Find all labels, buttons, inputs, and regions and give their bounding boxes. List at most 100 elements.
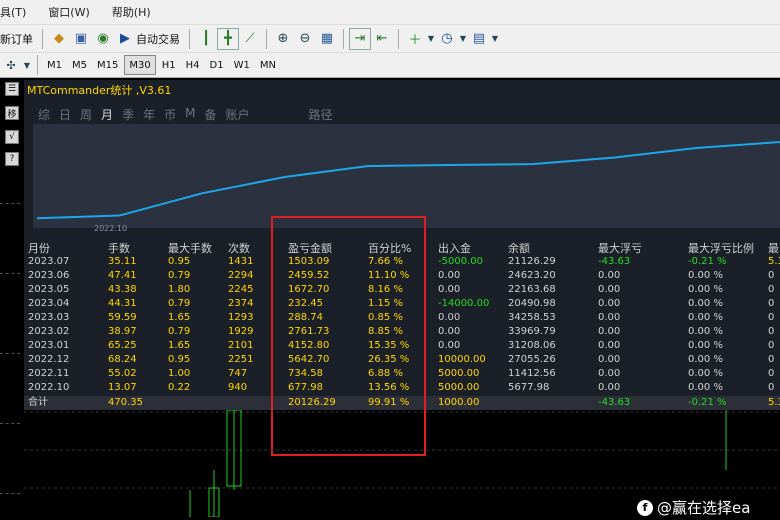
- new-order-button[interactable]: 新订单: [0, 28, 33, 50]
- cell-last: 0: [768, 340, 775, 351]
- toolbar-separator: [398, 28, 399, 49]
- tab-quarter[interactable]: 季: [122, 106, 134, 123]
- tab-day[interactable]: 日: [59, 106, 71, 123]
- cell-month: 2022.12: [28, 354, 70, 365]
- cell-balance: 21126.29: [508, 256, 556, 267]
- help-button[interactable]: ?: [5, 152, 19, 166]
- candlestick-icon[interactable]: ╋: [217, 27, 239, 50]
- cell-lots: 43.38: [108, 284, 137, 295]
- panel-title: MTCommander统计 ,V3.61: [27, 84, 172, 97]
- cell-count: 940: [228, 382, 248, 393]
- auto-trade-button[interactable]: 自动交易: [136, 28, 180, 50]
- cell-count: 1929: [228, 326, 254, 337]
- cell-flow: -14000.00: [438, 298, 490, 309]
- chevron-down-icon[interactable]: ▼: [22, 54, 32, 76]
- cell-max-dd: 0.00: [598, 368, 621, 379]
- cell-dd-pct: 0.00 %: [688, 298, 723, 309]
- cell-last: 5.3: [768, 256, 780, 267]
- bar-chart-icon[interactable]: ┃: [195, 28, 217, 50]
- toolbar-separator: [42, 28, 43, 49]
- cell-max-dd: 0.00: [598, 326, 621, 337]
- col-max-dd: 最大浮亏: [598, 242, 642, 255]
- cell-flow: 0.00: [438, 326, 461, 337]
- cell-max-lots: 0.95: [168, 256, 191, 267]
- col-balance: 余额: [508, 242, 530, 255]
- chevron-down-icon[interactable]: ▼: [426, 28, 436, 50]
- templates-icon[interactable]: ▤: [468, 28, 490, 50]
- chevron-down-icon[interactable]: ▼: [458, 28, 468, 50]
- timeframe-m1[interactable]: M1: [43, 55, 66, 75]
- cell-flow: 5000.00: [438, 382, 480, 393]
- col-month: 月份: [28, 242, 50, 255]
- totals-dd-pct: -0.21 %: [688, 397, 727, 408]
- menu-window[interactable]: 窗口(W): [48, 4, 89, 20]
- timeframe-h4[interactable]: H4: [182, 55, 204, 75]
- signals-icon[interactable]: ◉: [92, 28, 114, 50]
- chart-left-bar: ☰ 移 √ ?: [0, 78, 24, 517]
- chevron-down-icon[interactable]: ▼: [490, 28, 500, 50]
- autoscroll-icon[interactable]: ⇥: [349, 27, 371, 50]
- cell-month: 2023.03: [28, 312, 70, 323]
- tab-magic[interactable]: M: [185, 106, 195, 123]
- col-max-lots: 最大手数: [168, 242, 212, 255]
- period-tabs: 综 日 周 月 季 年 币 M 备 账户 路径: [38, 106, 342, 123]
- cell-balance: 11412.56: [508, 368, 556, 379]
- auto-trade-icon: ▶: [120, 31, 130, 46]
- cell-count: 747: [228, 368, 248, 379]
- menu-tools[interactable]: 具(T): [0, 4, 26, 20]
- timeframe-d1[interactable]: D1: [206, 55, 228, 75]
- timeframe-mn[interactable]: MN: [256, 55, 280, 75]
- equity-chart-svg: [36, 141, 780, 220]
- col-count: 次数: [228, 242, 250, 255]
- timeframe-m5[interactable]: M5: [68, 55, 91, 75]
- timeframe-m15[interactable]: M15: [93, 55, 122, 75]
- cell-flow: 0.00: [438, 270, 461, 281]
- cell-last: 0: [768, 270, 775, 281]
- periods-clock-icon[interactable]: ◷: [436, 28, 458, 50]
- cell-balance: 33969.79: [508, 326, 556, 337]
- toolbar-separator: [343, 28, 344, 49]
- main-toolbar: 新订单 ◆ ▣ ◉ ▶ 自动交易 ┃ ╋ ⟋ ⊕ ⊖ ▦ ⇥ ⇤ ＋ ▼ ◷ ▼…: [0, 24, 780, 52]
- indicators-icon[interactable]: ＋: [404, 28, 426, 50]
- zoom-out-icon[interactable]: ⊖: [294, 28, 316, 50]
- navigator-icon[interactable]: ◆: [48, 28, 70, 50]
- tab-month[interactable]: 月: [101, 106, 113, 123]
- timeframe-m30[interactable]: M30: [124, 55, 156, 75]
- zoom-in-icon[interactable]: ⊕: [272, 28, 294, 50]
- cell-count: 2374: [228, 298, 254, 309]
- col-lots: 手数: [108, 242, 130, 255]
- cell-month: 2023.02: [28, 326, 70, 337]
- tab-path[interactable]: 路径: [309, 106, 333, 123]
- cell-balance: 27055.26: [508, 354, 556, 365]
- chart-shift-icon[interactable]: ⇤: [371, 28, 393, 50]
- tab-notes[interactable]: 备: [204, 106, 216, 123]
- cell-count: 2101: [228, 340, 254, 351]
- tile-windows-icon[interactable]: ▦: [316, 28, 338, 50]
- cell-max-lots: 0.95: [168, 354, 191, 365]
- cell-month: 2022.11: [28, 368, 70, 379]
- cell-last: 0: [768, 382, 775, 393]
- market-watch-icon[interactable]: ▣: [70, 28, 92, 50]
- move-button[interactable]: 移: [5, 106, 19, 120]
- check-button[interactable]: √: [5, 130, 19, 144]
- menu-help[interactable]: 帮助(H): [112, 4, 151, 20]
- tab-year[interactable]: 年: [143, 106, 155, 123]
- line-chart-icon[interactable]: ⟋: [239, 28, 261, 50]
- grid-line: [0, 423, 20, 424]
- cell-dd-pct: 0.00 %: [688, 312, 723, 323]
- equity-series-line: [36, 141, 780, 220]
- tab-account[interactable]: 账户: [225, 106, 249, 123]
- cell-flow: 0.00: [438, 284, 461, 295]
- tab-week[interactable]: 周: [80, 106, 92, 123]
- tab-summary[interactable]: 综: [38, 106, 50, 123]
- crosshair-icon[interactable]: ✣: [0, 54, 22, 76]
- tab-currency[interactable]: 币: [164, 106, 176, 123]
- cell-count: 1293: [228, 312, 254, 323]
- timeframe-h1[interactable]: H1: [158, 55, 180, 75]
- cell-count: 2294: [228, 270, 254, 281]
- cell-max-lots: 0.79: [168, 326, 191, 337]
- cell-last: 0: [768, 354, 775, 365]
- timeframe-w1[interactable]: W1: [230, 55, 254, 75]
- menu-toggle-button[interactable]: ☰: [5, 82, 19, 96]
- cell-last: 0: [768, 368, 775, 379]
